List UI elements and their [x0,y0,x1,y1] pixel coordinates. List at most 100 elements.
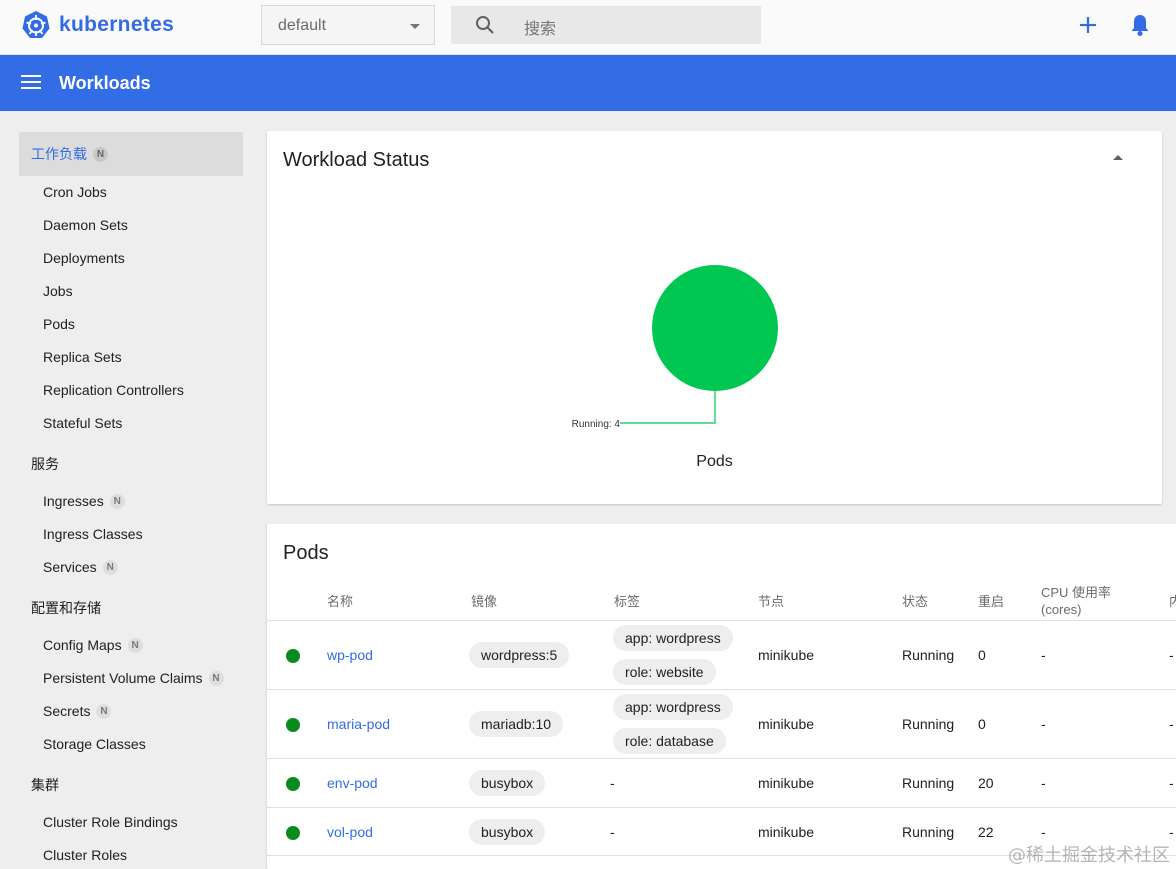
label-chip: role: database [613,728,726,754]
column-header-labels: 标签 [614,594,641,609]
cpu-cell: - [1041,647,1046,663]
column-header-memory: 内 [1169,594,1176,609]
image-chip: busybox [469,819,546,845]
namespaced-badge: N [208,670,224,686]
namespaced-badge: N [96,703,112,719]
card-title: Pods [283,542,329,564]
pie-slice-running[interactable] [652,265,778,391]
namespaced-badge: N [102,559,118,575]
pod-name-link[interactable]: maria-pod [327,716,390,732]
sidebar-item-workloads[interactable]: 工作负载 N [19,132,243,176]
memory-cell: - [1169,716,1174,732]
node-cell: minikube [758,775,815,791]
sidebar-item-daemon-sets[interactable]: Daemon Sets [43,217,128,233]
logo-text: kubernetes [59,13,175,36]
sidebar-item-jobs[interactable]: Jobs [43,283,73,299]
sidebar-item-label: Ingresses [43,493,104,509]
pod-name-link[interactable]: env-pod [327,775,378,791]
label-chip: app: wordpress [613,694,733,720]
sidebar-item-ingress-classes[interactable]: Ingress Classes [43,526,143,542]
column-header-restarts[interactable]: 重启 [978,593,1004,610]
sidebar-item-persistent-volume-claims[interactable]: Persistent Volume Claims N [43,670,224,686]
sidebar-item-stateful-sets[interactable]: Stateful Sets [43,415,122,431]
column-header-cpu: CPU 使用率 (cores) [1041,584,1111,618]
restarts-cell: 0 [978,716,986,732]
node-cell: minikube [758,716,815,732]
status-cell: Running [902,775,955,791]
sidebar-section-services[interactable]: 服务 [31,454,59,474]
sidebar-item-label: Storage Classes [43,736,146,752]
sidebar: 工作负载 N Cron Jobs Daemon Sets Deployments… [0,111,258,869]
image-chip: busybox [469,770,546,796]
namespaced-badge: N [93,146,108,162]
sidebar-item-pods[interactable]: Pods [43,316,75,332]
search-icon [476,16,494,34]
column-header-image: 镜像 [471,594,498,609]
column-header-status: 状态 [902,594,929,609]
sidebar-item-label: 工作负载 [31,146,87,162]
sidebar-item-cron-jobs[interactable]: Cron Jobs [43,184,107,200]
image-chip: wordpress:5 [469,642,570,668]
sidebar-item-replication-controllers[interactable]: Replication Controllers [43,382,184,398]
sidebar-item-label: Persistent Volume Claims [43,670,203,686]
workload-status-card: Workload Status Running: 4 Pods [267,131,1162,504]
notifications-bell-icon[interactable] [1129,13,1151,37]
sidebar-item-services[interactable]: Services N [43,559,118,575]
add-icon[interactable] [1077,14,1099,36]
sidebar-item-config-maps[interactable]: Config Maps N [43,637,143,653]
table-row[interactable]: env-pod busybox - minikube Running 20 - … [267,758,1176,807]
sidebar-item-ingresses[interactable]: Ingresses N [43,493,125,509]
pod-name-link[interactable]: vol-pod [327,824,373,840]
sidebar-section-cluster[interactable]: 集群 [31,775,59,795]
cpu-cell: - [1041,716,1046,732]
app-bar: Workloads [0,55,1176,111]
memory-cell: - [1169,824,1174,840]
column-header-cpu-line2: (cores) [1041,602,1082,617]
kubernetes-logo[interactable]: kubernetes [21,10,174,40]
status-running-icon [286,718,300,732]
pod-name-link[interactable]: wp-pod [327,647,373,663]
pods-pie-chart: Running: 4 [572,265,778,430]
namespaced-badge: N [127,637,143,653]
top-bar: kubernetes default 搜索 [0,0,1176,55]
labels-cell: - [610,775,615,791]
cpu-cell: - [1041,824,1046,840]
sidebar-item-deployments[interactable]: Deployments [43,250,125,266]
table-row[interactable]: maria-pod mariadb:10 app: wordpress role… [267,689,1176,758]
status-cell: Running [902,647,955,663]
sidebar-item-storage-classes[interactable]: Storage Classes [43,736,146,752]
sidebar-section-config-storage[interactable]: 配置和存储 [31,598,101,618]
table-row[interactable]: wp-pod wordpress:5 app: wordpress role: … [267,620,1176,689]
page-title: Workloads [59,73,151,93]
restarts-cell: 22 [978,824,994,840]
labels-cell: - [610,824,615,840]
namespace-select[interactable]: default [261,5,435,45]
sidebar-item-secrets[interactable]: Secrets N [43,703,112,719]
image-chip: mariadb:10 [469,711,564,737]
column-header-node: 节点 [758,594,785,609]
sidebar-item-label: Services [43,559,97,575]
restarts-cell: 20 [978,775,994,791]
kubernetes-wheel-icon [22,11,50,38]
hamburger-menu-icon[interactable] [21,74,41,90]
sidebar-item-replica-sets[interactable]: Replica Sets [43,349,122,365]
chevron-down-icon [410,24,420,29]
sidebar-item-label: Secrets [43,703,91,719]
watermark: @稀土掘金技术社区 [1008,845,1170,866]
pods-card: Pods 名称 镜像 标签 节点 状态 重启 CPU 使用率 (cores) 内… [267,524,1176,869]
column-header-cpu-line1: CPU 使用率 [1041,585,1112,600]
label-chip: app: wordpress [613,625,733,651]
label-chip: role: website [613,659,716,685]
column-header-name[interactable]: 名称 [327,593,353,610]
status-running-icon [286,826,300,840]
namespace-value: default [278,17,327,34]
node-cell: minikube [758,824,815,840]
search-input[interactable]: 搜索 [451,6,761,44]
memory-cell: - [1169,647,1174,663]
sidebar-item-cluster-role-bindings[interactable]: Cluster Role Bindings [43,814,178,830]
status-running-icon [286,777,300,791]
memory-cell: - [1169,775,1174,791]
search-placeholder: 搜索 [524,21,557,38]
sidebar-item-cluster-roles[interactable]: Cluster Roles [43,847,127,863]
pie-slice-label: Running: 4 [572,419,621,430]
